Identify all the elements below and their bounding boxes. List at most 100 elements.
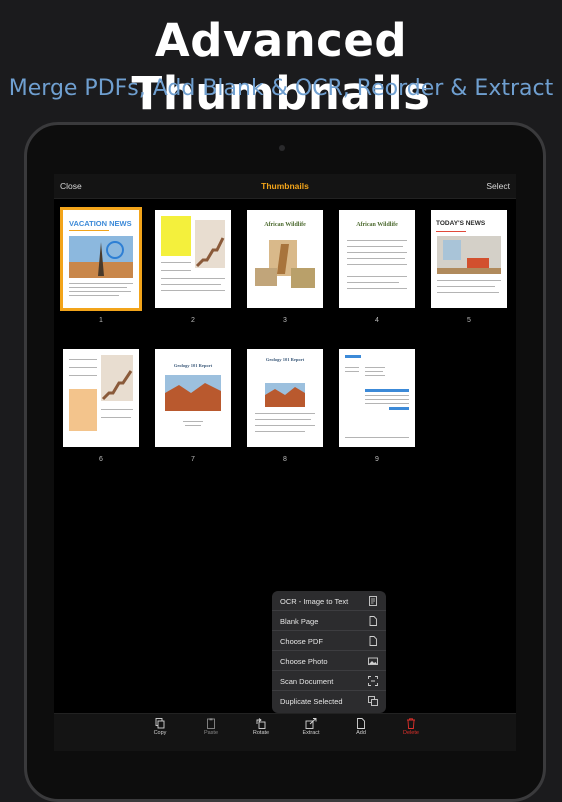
page-heading: VACATION NEWS <box>69 219 132 228</box>
ocr-doc-icon <box>369 596 377 606</box>
page-number: 6 <box>99 456 103 463</box>
page-number: 2 <box>191 317 195 324</box>
camera-dot <box>279 145 285 151</box>
text-line <box>101 417 131 419</box>
text-line <box>101 409 133 411</box>
page-heading: Geology 101 Report <box>173 363 213 368</box>
text-line <box>183 421 203 423</box>
text-line <box>69 295 119 297</box>
highlight-block <box>161 216 191 256</box>
invoice-logo <box>345 355 361 358</box>
text-line <box>436 231 466 233</box>
delete-button[interactable]: Delete <box>391 714 431 751</box>
menu-item-label: Duplicate Selected <box>280 697 343 706</box>
text-line <box>345 437 409 439</box>
page-thumbnail-4[interactable]: African Wildlife <box>339 210 415 308</box>
text-line <box>255 431 305 433</box>
bottom-toolbar: Copy Paste Rotate Extract Add Delete <box>54 713 516 751</box>
close-button[interactable]: Close <box>60 181 82 191</box>
text-line <box>347 246 403 248</box>
menu-item-ocr[interactable]: OCR - Image to Text <box>272 591 386 611</box>
text-line <box>365 367 385 369</box>
paste-icon <box>207 718 215 729</box>
highlight-block <box>69 389 97 431</box>
rotate-icon <box>256 718 266 729</box>
text-line <box>255 425 315 427</box>
page-number: 1 <box>99 317 103 324</box>
extract-icon <box>305 718 317 729</box>
rotate-button[interactable]: Rotate <box>241 714 281 751</box>
staircase-photo <box>195 220 225 268</box>
page-thumbnail-7[interactable]: Geology 101 Report <box>155 349 231 447</box>
page-thumbnail-5[interactable]: TODAY'S NEWS <box>431 210 507 308</box>
text-line <box>365 375 385 377</box>
page-thumbnail-9[interactable] <box>339 349 415 447</box>
text-line <box>69 283 133 285</box>
paste-label: Paste <box>203 730 219 736</box>
page-number: 3 <box>283 317 287 324</box>
text-line <box>161 284 221 286</box>
page-heading: African Wildlife <box>264 222 306 228</box>
copy-icon <box>155 718 165 729</box>
staircase-photo <box>101 355 133 401</box>
page-thumbnail-6[interactable] <box>63 349 139 447</box>
page-heading: African Wildlife <box>356 222 398 228</box>
add-label: Add <box>356 730 366 736</box>
rotate-label: Rotate <box>252 730 270 736</box>
text-line <box>69 291 131 293</box>
text-line <box>255 419 311 421</box>
page-thumbnail-3[interactable]: African Wildlife <box>247 210 323 308</box>
extract-button[interactable]: Extract <box>291 714 331 751</box>
menu-item-label: Choose Photo <box>280 657 328 666</box>
navigation-bar: Close Thumbnails Select <box>54 174 516 199</box>
text-line <box>69 367 97 369</box>
select-button[interactable]: Select <box>486 181 510 191</box>
add-button[interactable]: Add <box>341 714 381 751</box>
text-line <box>437 280 501 282</box>
menu-item-choose-pdf[interactable]: Choose PDF <box>272 631 386 651</box>
text-line <box>347 264 407 266</box>
text-line <box>69 287 127 289</box>
scan-icon <box>368 676 378 686</box>
duplicate-icon <box>368 696 378 706</box>
menu-item-scan-document[interactable]: Scan Document <box>272 671 386 691</box>
menu-item-choose-photo[interactable]: Choose Photo <box>272 651 386 671</box>
page-thumbnail-1[interactable]: VACATION NEWS <box>60 207 142 311</box>
menu-item-blank-page[interactable]: Blank Page <box>272 611 386 631</box>
menu-item-label: Blank Page <box>280 617 319 626</box>
paste-button[interactable]: Paste <box>191 714 231 751</box>
text-line <box>365 403 409 405</box>
copy-label: Copy <box>153 730 167 736</box>
text-line <box>437 292 499 294</box>
text-line <box>347 288 407 290</box>
copy-button[interactable]: Copy <box>140 714 180 751</box>
delete-label: Delete <box>403 730 419 736</box>
eiffel-tower-photo <box>69 236 133 278</box>
text-line <box>347 240 407 242</box>
interior-photo <box>437 236 501 274</box>
page-heading: TODAY'S NEWS <box>436 220 486 227</box>
page-number: 5 <box>467 317 471 324</box>
text-line <box>161 262 191 264</box>
canyon-photo <box>265 383 305 407</box>
page-thumbnail-2[interactable] <box>155 210 231 308</box>
text-line <box>161 290 225 292</box>
text-line <box>255 413 315 415</box>
screen-title: Thumbnails <box>261 181 309 191</box>
text-line <box>69 230 109 232</box>
page-heading: Geology 101 Report <box>265 357 305 362</box>
text-line <box>69 375 97 377</box>
giraffe-photo <box>255 240 315 288</box>
menu-item-label: Scan Document <box>280 677 334 686</box>
canyon-photo <box>165 375 221 411</box>
add-page-menu: OCR - Image to Text Blank Page Choose PD… <box>272 591 386 713</box>
page-number: 8 <box>283 456 287 463</box>
pdf-file-icon <box>369 636 377 646</box>
text-line <box>69 359 97 361</box>
text-line <box>365 399 409 401</box>
text-line <box>347 252 407 254</box>
text-line <box>365 371 383 373</box>
menu-item-label: Choose PDF <box>280 637 323 646</box>
page-thumbnail-8[interactable]: Geology 101 Report <box>247 349 323 447</box>
menu-item-duplicate-selected[interactable]: Duplicate Selected <box>272 691 386 713</box>
